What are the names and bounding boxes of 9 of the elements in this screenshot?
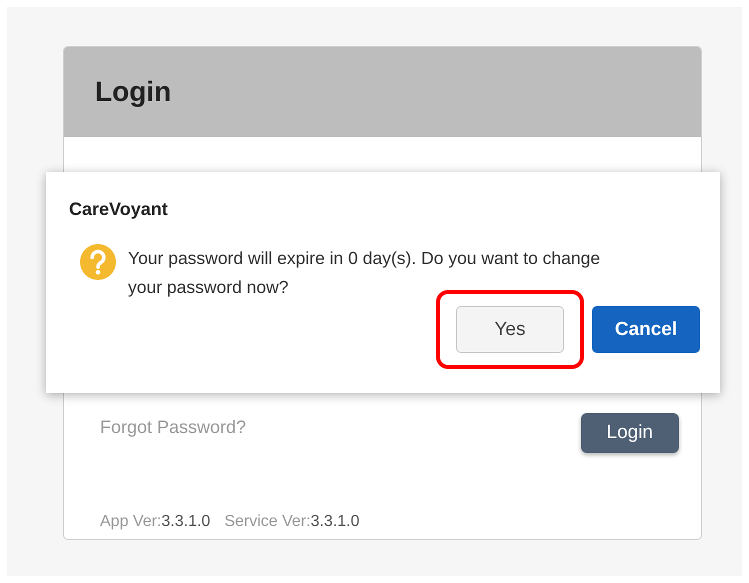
- version-text: Service Ver:3.3.1.0: [224, 513, 360, 531]
- dialog-message: Your password will expire in 0 day(s). Do you want to change your password now?: [128, 247, 602, 299]
- dialog-title: CareVoyant: [69, 199, 169, 220]
- question-icon: [80, 244, 116, 280]
- login-title: Login: [95, 76, 172, 108]
- dialog-button[interactable]: Cancel: [592, 306, 700, 353]
- login-button[interactable]: Login: [580, 413, 679, 453]
- dialog-button[interactable]: Yes: [456, 306, 564, 353]
- version-text: App Ver:3.3.1.0: [100, 513, 210, 531]
